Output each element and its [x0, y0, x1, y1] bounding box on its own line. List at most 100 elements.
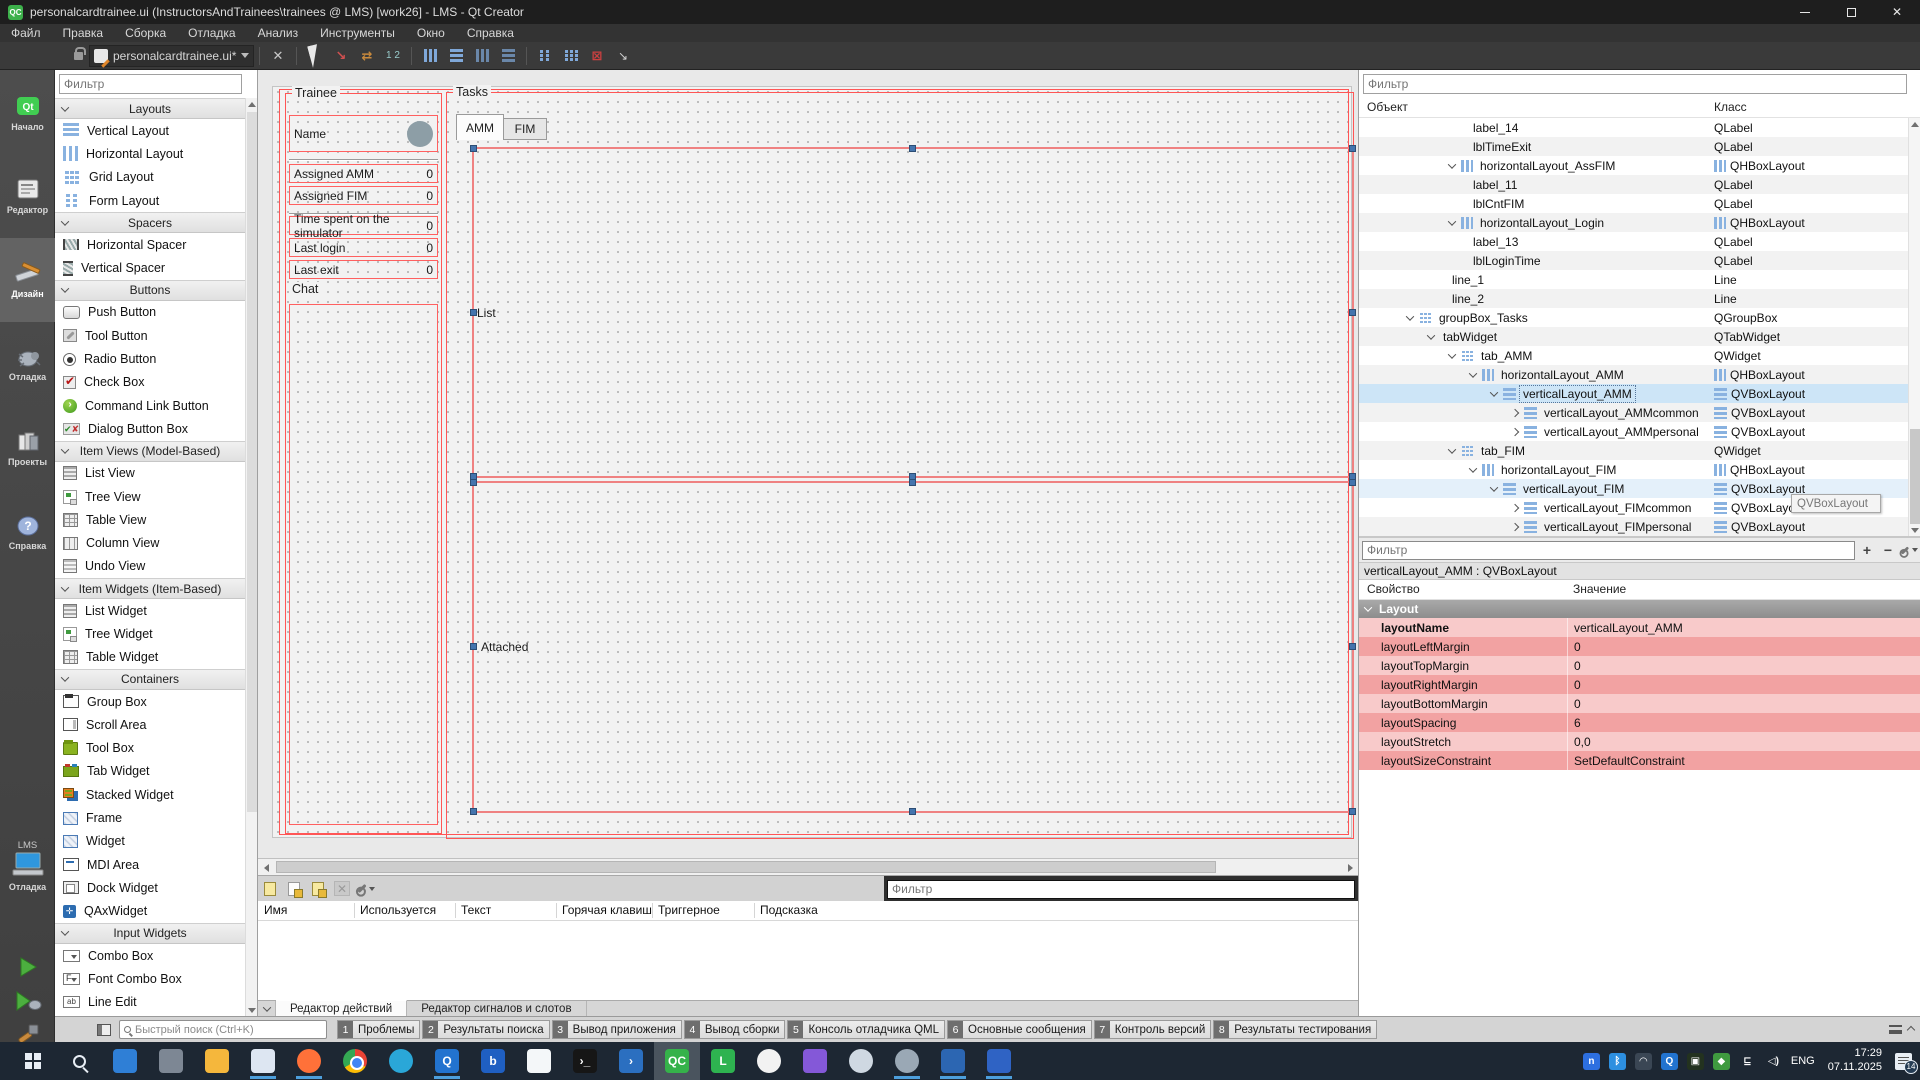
mode-debug[interactable]: Отладка — [0, 322, 55, 406]
tree-row-horizontalLayout_FIM[interactable]: horizontalLayout_FIMQHBoxLayout — [1359, 460, 1909, 479]
tree-row-verticalLayout_AMM[interactable]: verticalLayout_AMMQVBoxLayout — [1359, 384, 1909, 403]
lock-icon[interactable] — [74, 52, 83, 60]
firefox-icon[interactable] — [286, 1042, 332, 1080]
tree-row-verticalLayout_AMMcommon[interactable]: verticalLayout_AMMcommonQVBoxLayout — [1359, 403, 1909, 422]
form-field-row[interactable]: Last exit0 — [289, 260, 438, 279]
chevron-down-icon[interactable] — [1490, 483, 1498, 491]
tree-row-lblTimeExit[interactable]: lblTimeExitQLabel — [1359, 137, 1909, 156]
output-pane-7[interactable]: 7Контроль версий — [1094, 1020, 1212, 1039]
tab-action-editor[interactable]: Редактор действий — [276, 1000, 407, 1016]
scroll-right-icon[interactable] — [1344, 862, 1356, 874]
menu-item-Сборка[interactable]: Сборка — [114, 24, 177, 42]
widgetbox-section-header[interactable]: Item Views (Model-Based) — [55, 441, 246, 462]
widget-item[interactable]: Vertical Spacer — [55, 256, 246, 279]
output-pane-1[interactable]: 1Проблемы — [337, 1020, 420, 1039]
purple-app-icon[interactable] — [792, 1042, 838, 1080]
action-table-body[interactable] — [258, 921, 1358, 1000]
widget-item[interactable]: Command Link Button — [55, 394, 246, 417]
property-row-layoutRightMargin[interactable]: layoutRightMargin0 — [1359, 675, 1920, 694]
column-divider[interactable] — [556, 903, 557, 918]
attached-layout-region[interactable]: Attached — [472, 481, 1354, 813]
widget-item[interactable]: Dialog Button Box — [55, 417, 246, 440]
chevron-down-icon[interactable] — [1469, 464, 1477, 472]
fork-app-icon[interactable] — [746, 1042, 792, 1080]
run-debug-button[interactable] — [14, 989, 42, 1013]
edit-tab-order-icon[interactable]: 1 2 — [382, 46, 404, 66]
calculator-app-icon[interactable] — [148, 1042, 194, 1080]
widget-item[interactable]: Tab Widget — [55, 760, 246, 783]
scrollbar-thumb[interactable] — [247, 112, 257, 812]
name-row[interactable]: Name — [289, 115, 438, 152]
form-field-row[interactable]: Time spent on the simulator0 — [289, 216, 438, 235]
selection-handle[interactable] — [470, 309, 477, 316]
chevron-down-icon[interactable] — [1448, 350, 1456, 358]
widget-item[interactable]: Push Button — [55, 301, 246, 324]
column-divider[interactable] — [652, 903, 653, 918]
q-app-icon[interactable]: Q — [424, 1042, 470, 1080]
widget-item[interactable]: Horizontal Spacer — [55, 233, 246, 256]
mode-projects[interactable]: Проекты — [0, 406, 55, 490]
new-action-icon[interactable] — [260, 880, 280, 898]
property-value[interactable]: 0 — [1567, 675, 1920, 694]
widget-item[interactable]: Combo Box — [55, 944, 246, 967]
list-layout-region[interactable]: List — [472, 147, 1354, 478]
tree-row-verticalLayout_FIMpersonal[interactable]: verticalLayout_FIMpersonalQVBoxLayout — [1359, 517, 1909, 536]
widget-item[interactable]: MDI Area — [55, 853, 246, 876]
postgres-icon-2[interactable] — [884, 1042, 930, 1080]
tree-row-horizontalLayout_AMM[interactable]: horizontalLayout_AMMQHBoxLayout — [1359, 365, 1909, 384]
tree-row-label_14[interactable]: label_14QLabel — [1359, 118, 1909, 137]
object-filter-input[interactable] — [1363, 74, 1907, 94]
widget-item[interactable]: Tool Button — [55, 324, 246, 347]
widget-item[interactable]: Tree View — [55, 485, 246, 508]
widget-item[interactable]: Form Layout — [55, 189, 246, 212]
property-value[interactable]: SetDefaultConstraint — [1567, 751, 1920, 770]
menu-item-Справка[interactable]: Справка — [456, 24, 525, 42]
network-icon[interactable]: ⊑ — [1739, 1053, 1756, 1070]
start-icon[interactable] — [10, 1042, 56, 1080]
steam-icon[interactable]: ◠ — [1635, 1053, 1652, 1070]
chat-groupbox[interactable] — [289, 304, 438, 825]
layout-grid-icon[interactable] — [560, 46, 582, 66]
chevron-down-icon[interactable] — [1448, 217, 1456, 225]
layout-vertical-icon[interactable] — [445, 46, 467, 66]
tree-row-groupBox_Tasks[interactable]: groupBox_TasksQGroupBox — [1359, 308, 1909, 327]
run-button[interactable] — [16, 955, 40, 979]
widget-item[interactable]: Horizontal Layout — [55, 142, 246, 165]
widget-item[interactable]: Table View — [55, 508, 246, 531]
tree-row-line_2[interactable]: line_2Line — [1359, 289, 1909, 308]
people-app-icon[interactable] — [102, 1042, 148, 1080]
selection-handle[interactable] — [470, 479, 477, 486]
lms-app-icon[interactable]: L — [700, 1042, 746, 1080]
chevron-right-icon[interactable] — [1511, 408, 1519, 416]
chevron-right-icon[interactable] — [1511, 522, 1519, 530]
widgetbox-filter-input[interactable] — [59, 74, 242, 94]
widgetbox-scrollbar[interactable] — [245, 98, 257, 1016]
chevron-right-icon[interactable] — [1511, 503, 1519, 511]
widget-item[interactable]: List View — [55, 462, 246, 485]
widget-item[interactable]: Widget — [55, 830, 246, 853]
selection-handle[interactable] — [470, 643, 477, 650]
taskbar-clock[interactable]: 17:29 07.11.2025 — [1828, 1047, 1882, 1075]
widget-item[interactable]: Stacked Widget — [55, 783, 246, 806]
property-row-layoutBottomMargin[interactable]: layoutBottomMargin0 — [1359, 694, 1920, 713]
selection-handle[interactable] — [1349, 145, 1356, 152]
scrollbar-thumb[interactable] — [276, 861, 1216, 873]
property-row-layoutLeftMargin[interactable]: layoutLeftMargin0 — [1359, 637, 1920, 656]
postgres-icon[interactable] — [838, 1042, 884, 1080]
widgetbox-section-header[interactable]: Input Widgets — [55, 923, 246, 944]
widget-item[interactable]: Undo View — [55, 555, 246, 578]
widgetbox-section-header[interactable]: Spacers — [55, 212, 246, 233]
configure-property-icon[interactable] — [1900, 541, 1918, 559]
mode-welcome[interactable]: Qt Начало — [0, 70, 55, 154]
mail-app-icon[interactable]: b — [470, 1042, 516, 1080]
form-field-row[interactable]: Assigned FIM0 — [289, 186, 438, 205]
output-pane-4[interactable]: 4Вывод сборки — [684, 1020, 786, 1039]
property-value[interactable]: 0 — [1567, 656, 1920, 675]
property-value[interactable]: 0,0 — [1567, 732, 1920, 751]
maximize-button[interactable] — [1828, 0, 1874, 24]
chrome-icon[interactable] — [332, 1042, 378, 1080]
output-pane-2[interactable]: 2Результаты поиска — [422, 1020, 549, 1039]
menu-item-Инструменты[interactable]: Инструменты — [309, 24, 406, 42]
scroll-down-icon[interactable] — [246, 1004, 258, 1016]
output-pane-6[interactable]: 6Основные сообщения — [947, 1020, 1092, 1039]
